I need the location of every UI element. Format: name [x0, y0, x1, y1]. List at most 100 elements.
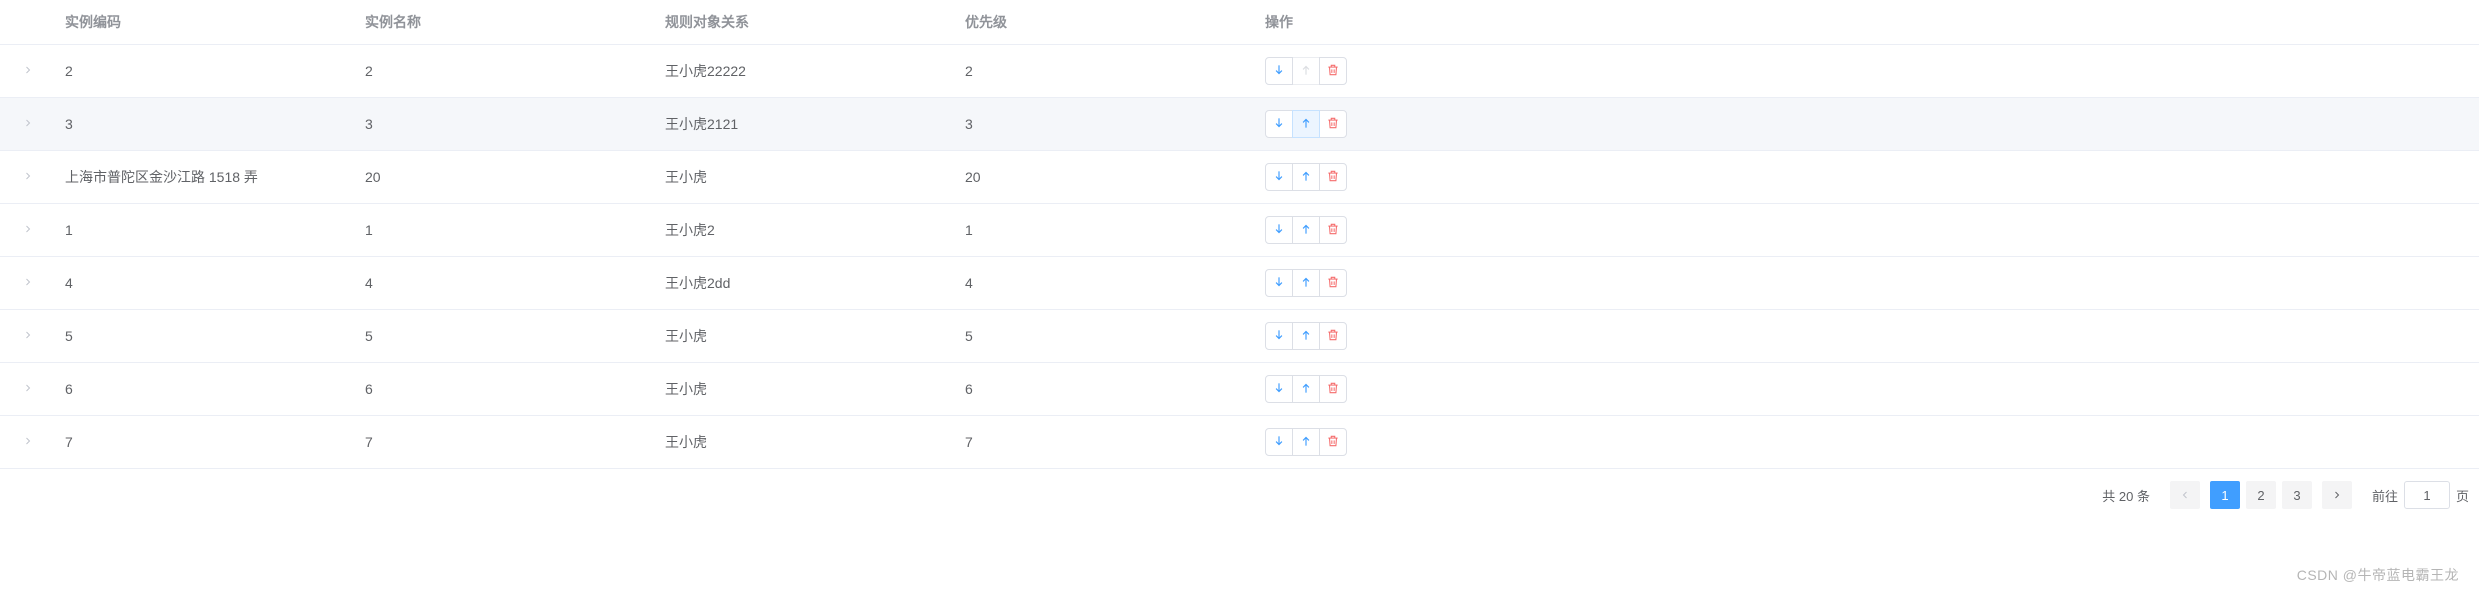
move-up-button[interactable] — [1292, 110, 1320, 138]
delete-button[interactable] — [1319, 57, 1347, 85]
delete-button[interactable] — [1319, 375, 1347, 403]
cell-ops — [1255, 151, 2479, 204]
arrow-down-icon — [1272, 222, 1286, 239]
cell-code: 上海市普陀区金沙江路 1518 弄 — [55, 151, 355, 204]
arrow-down-icon — [1272, 169, 1286, 186]
move-down-button[interactable] — [1265, 428, 1293, 456]
expand-toggle-icon[interactable] — [22, 223, 34, 235]
move-up-button[interactable] — [1292, 375, 1320, 403]
cell-code: 5 — [55, 310, 355, 363]
trash-icon — [1326, 328, 1340, 345]
move-up-button[interactable] — [1292, 216, 1320, 244]
move-up-button[interactable] — [1292, 322, 1320, 350]
header-relation: 规则对象关系 — [655, 0, 955, 45]
arrow-up-icon — [1299, 328, 1313, 345]
trash-icon — [1326, 434, 1340, 451]
chevron-left-icon — [2179, 489, 2191, 501]
table-row: 66王小虎6 — [0, 363, 2479, 416]
arrow-up-icon — [1299, 222, 1313, 239]
trash-icon — [1326, 222, 1340, 239]
cell-priority: 3 — [955, 98, 1255, 151]
delete-button[interactable] — [1319, 428, 1347, 456]
header-priority: 优先级 — [955, 0, 1255, 45]
move-down-button[interactable] — [1265, 375, 1293, 403]
arrow-up-icon — [1299, 169, 1313, 186]
header-ops: 操作 — [1255, 0, 2479, 45]
cell-name: 4 — [355, 257, 655, 310]
cell-priority: 5 — [955, 310, 1255, 363]
move-down-button[interactable] — [1265, 163, 1293, 191]
expand-toggle-icon[interactable] — [22, 435, 34, 447]
move-down-button[interactable] — [1265, 322, 1293, 350]
cell-ops — [1255, 416, 2479, 469]
move-up-button[interactable] — [1292, 269, 1320, 297]
cell-ops — [1255, 98, 2479, 151]
cell-relation: 王小虎2dd — [655, 257, 955, 310]
arrow-up-icon — [1299, 381, 1313, 398]
move-up-button[interactable] — [1292, 163, 1320, 191]
arrow-up-icon — [1299, 275, 1313, 292]
move-down-button[interactable] — [1265, 110, 1293, 138]
move-down-button[interactable] — [1265, 269, 1293, 297]
arrow-up-icon — [1299, 434, 1313, 451]
table-row: 11王小虎21 — [0, 204, 2479, 257]
cell-code: 6 — [55, 363, 355, 416]
table-row: 55王小虎5 — [0, 310, 2479, 363]
cell-priority: 1 — [955, 204, 1255, 257]
delete-button[interactable] — [1319, 163, 1347, 191]
chevron-right-icon — [2331, 489, 2343, 501]
table-row: 77王小虎7 — [0, 416, 2479, 469]
expand-toggle-icon[interactable] — [22, 170, 34, 182]
delete-button[interactable] — [1319, 216, 1347, 244]
move-up-button[interactable] — [1292, 57, 1320, 85]
page-number-button[interactable]: 1 — [2210, 481, 2240, 509]
delete-button[interactable] — [1319, 322, 1347, 350]
expand-toggle-icon[interactable] — [22, 329, 34, 341]
cell-ops — [1255, 204, 2479, 257]
trash-icon — [1326, 275, 1340, 292]
arrow-down-icon — [1272, 275, 1286, 292]
jump-prefix-label: 前往 — [2372, 486, 2398, 505]
arrow-down-icon — [1272, 63, 1286, 80]
page-next-button[interactable] — [2322, 481, 2352, 509]
move-down-button[interactable] — [1265, 216, 1293, 244]
cell-name: 1 — [355, 204, 655, 257]
move-up-button[interactable] — [1292, 428, 1320, 456]
header-name: 实例名称 — [355, 0, 655, 45]
cell-code: 3 — [55, 98, 355, 151]
expand-toggle-icon[interactable] — [22, 276, 34, 288]
cell-ops — [1255, 45, 2479, 98]
jump-page-input[interactable] — [2404, 481, 2450, 509]
page-number-button[interactable]: 2 — [2246, 481, 2276, 509]
cell-priority: 20 — [955, 151, 1255, 204]
table-row: 上海市普陀区金沙江路 1518 弄20王小虎20 — [0, 151, 2479, 204]
table-header-row: 实例编码 实例名称 规则对象关系 优先级 操作 — [0, 0, 2479, 45]
delete-button[interactable] — [1319, 269, 1347, 297]
trash-icon — [1326, 116, 1340, 133]
arrow-down-icon — [1272, 381, 1286, 398]
expand-toggle-icon[interactable] — [22, 117, 34, 129]
page-prev-button[interactable] — [2170, 481, 2200, 509]
table-row: 33王小虎21213 — [0, 98, 2479, 151]
cell-name: 5 — [355, 310, 655, 363]
trash-icon — [1326, 381, 1340, 398]
cell-relation: 王小虎 — [655, 310, 955, 363]
header-expand — [0, 0, 55, 45]
cell-ops — [1255, 363, 2479, 416]
cell-relation: 王小虎 — [655, 151, 955, 204]
move-down-button[interactable] — [1265, 57, 1293, 85]
page-number-button[interactable]: 3 — [2282, 481, 2312, 509]
arrow-up-icon — [1299, 116, 1313, 133]
cell-relation: 王小虎 — [655, 416, 955, 469]
cell-name: 6 — [355, 363, 655, 416]
pagination-total: 共 20 条 — [2102, 486, 2150, 505]
delete-button[interactable] — [1319, 110, 1347, 138]
jump-suffix-label: 页 — [2456, 486, 2469, 505]
cell-code: 7 — [55, 416, 355, 469]
cell-relation: 王小虎 — [655, 363, 955, 416]
cell-name: 20 — [355, 151, 655, 204]
expand-toggle-icon[interactable] — [22, 382, 34, 394]
expand-toggle-icon[interactable] — [22, 64, 34, 76]
cell-name: 2 — [355, 45, 655, 98]
cell-priority: 6 — [955, 363, 1255, 416]
